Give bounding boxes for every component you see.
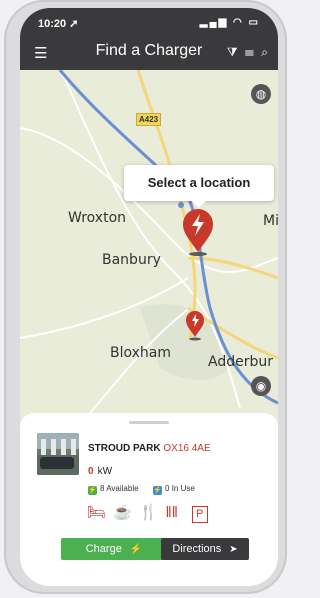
- parking-icon: P: [191, 506, 208, 523]
- place-banbury: Banbury: [102, 252, 161, 268]
- directions-label: Directions: [172, 543, 222, 555]
- charge-label: Charge: [85, 543, 122, 555]
- road-label: A423: [136, 113, 162, 126]
- drag-handle[interactable]: [129, 421, 169, 424]
- available-count: 8 Available: [100, 484, 139, 493]
- screen: A423 Wroxton Mi Banbury Bloxham Adderbur…: [20, 8, 278, 586]
- restaurant-icon: 🍴: [139, 504, 159, 521]
- place-adderbury: Adderbur: [208, 354, 273, 370]
- status-bar: 10:20 ➚ ▂▄▆ ◠ ▭: [38, 17, 260, 30]
- location-card[interactable]: STROUD PARK OX16 4AE 0 kW ⚡ 8 Available ⚡ 0…: [20, 413, 278, 586]
- site-title: STROUD PARK: [88, 443, 161, 454]
- postcode: OX16 4AE: [163, 443, 211, 454]
- place-bloxham: Bloxham: [110, 345, 172, 361]
- power-unit: kW: [97, 466, 113, 477]
- site-name: STROUD PARK OX16 4AE: [88, 443, 211, 454]
- location-photo: [37, 433, 79, 475]
- power-output: 0 kW: [88, 466, 112, 477]
- status-indicators: ▂▄▆ ◠ ▭: [199, 17, 260, 28]
- availability: ⚡ 8 Available ⚡ 0 In Use: [88, 484, 195, 495]
- navigate-arrow-icon: ➤: [229, 544, 238, 555]
- select-location-callout[interactable]: Select a location: [124, 165, 274, 208]
- place-partial: Mi: [263, 213, 278, 229]
- status-time: 10:20: [38, 18, 67, 30]
- charge-button[interactable]: Charge ⚡: [61, 538, 167, 560]
- in-use-icon: ⚡: [153, 486, 163, 495]
- location-dot: [178, 202, 184, 208]
- charge-icon: ⚡: [129, 544, 143, 555]
- filter-icon[interactable]: ⧩: [227, 45, 238, 59]
- power-value: 0: [88, 466, 94, 477]
- food-icon: ǁǁ: [165, 504, 178, 521]
- app-header: 10:20 ➚ ▂▄▆ ◠ ▭ ☰ Find a Charger ⧩ ☰ ⌕: [20, 8, 278, 70]
- coffee-icon: ☕: [113, 504, 132, 521]
- phone-frame: A423 Wroxton Mi Banbury Bloxham Adderbur…: [4, 0, 287, 594]
- amenities: 🛏 ☕ 🍴 ǁǁ P: [87, 503, 208, 523]
- available-icon: ⚡: [88, 486, 97, 495]
- list-icon[interactable]: ☰: [245, 45, 254, 59]
- bed-icon: 🛏: [87, 504, 107, 521]
- location-arrow-icon: ➚: [66, 18, 79, 30]
- directions-button[interactable]: Directions ➤: [161, 538, 249, 560]
- locate-me-icon[interactable]: ◉: [251, 376, 271, 396]
- globe-icon[interactable]: ◍: [251, 84, 271, 104]
- in-use-count: 0 In Use: [165, 484, 195, 493]
- place-wroxton: Wroxton: [68, 210, 127, 226]
- search-icon[interactable]: ⌕: [261, 45, 268, 59]
